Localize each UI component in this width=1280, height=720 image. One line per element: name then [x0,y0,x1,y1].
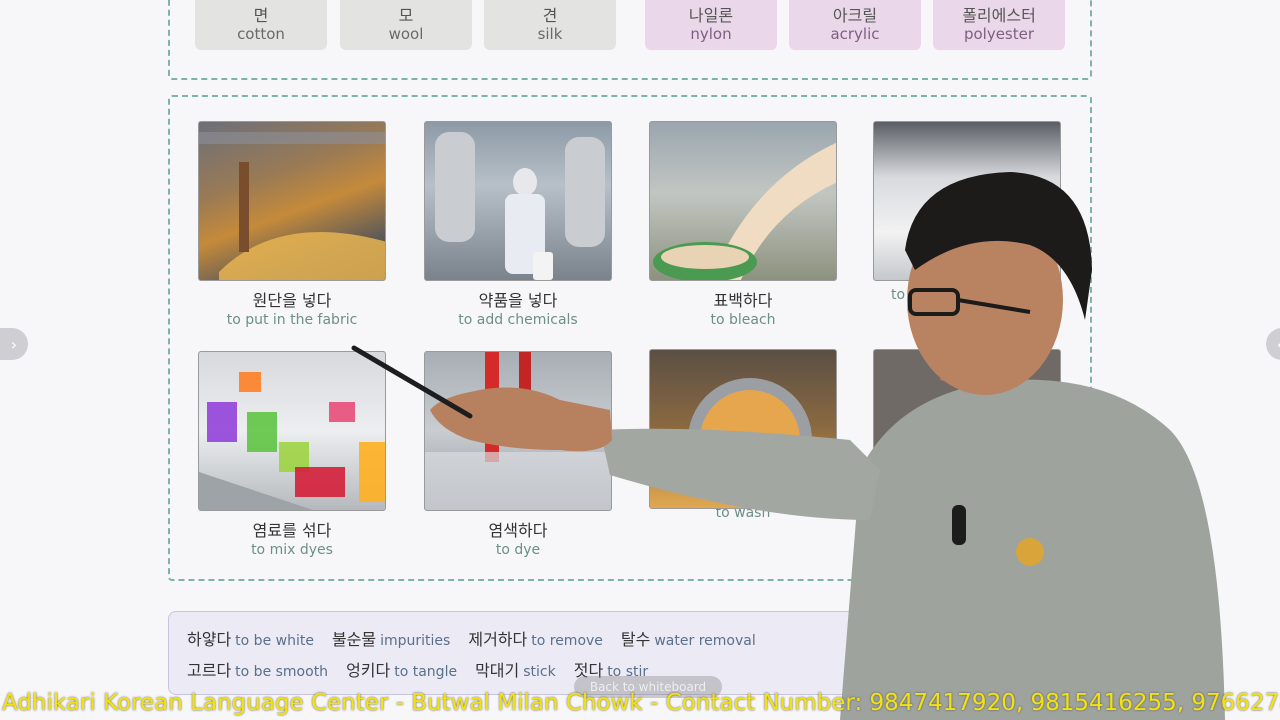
factory-photo [198,351,386,511]
vocab-item: 하얗다 to be white [187,626,314,650]
caption-ko: 원단을 넣다 [252,291,332,310]
fiber-en: silk [537,24,563,43]
vocab-en: to be white [235,633,314,649]
caption-en: to add chemicals [458,312,578,328]
process-card-dye: 염색하다 to dye [424,351,612,558]
caption-en: to bleach [710,312,776,328]
fiber-ko: 나일론 [688,6,734,26]
prev-slide-button[interactable]: › [0,328,28,360]
caption-ko: 표백하다 [713,291,773,310]
vocab-item: 제거하다 to remove [468,626,603,650]
vocabulary-bar: 하얗다 to be white 불순물 impurities 제거하다 to remo… [168,611,868,695]
fiber-en: acrylic [830,24,880,43]
caption-en: to mix dyes [251,542,333,558]
factory-photo [873,121,1061,281]
factory-photo [424,351,612,511]
factory-photo [649,121,837,281]
fiber-ko: 견 [542,6,558,26]
process-card-mix-dyes: 염료를 섞다 to mix dyes [198,351,386,558]
factory-photo [649,349,837,509]
caption-en: to [891,287,906,303]
chevron-left-icon: › [10,334,18,354]
vocab-ko: 하얗다 [187,630,232,649]
process-card-wash: to wash [649,349,837,521]
caption-en: to put in the fabric [226,312,358,328]
fiber-cotton: 면 cotton [195,0,327,50]
vocab-ko: 엉키다 [346,661,391,680]
vocab-item: 막대기 stick [475,657,556,681]
fiber-polyester: 폴리에스터 polyester [933,0,1065,50]
process-card-8 [873,349,1061,509]
vocab-en: water removal [654,633,756,649]
process-card-put-fabric: 원단을 넣다 to put in the fabric [198,121,386,328]
contact-ticker: Adhikari Korean Language Center - Butwal… [2,690,1280,716]
vocab-ko: 고르다 [187,661,232,680]
factory-photo [424,121,612,281]
vocab-item: 탈수 water removal [621,626,756,650]
caption-ko: 염색하다 [488,521,548,540]
next-slide-button[interactable]: ‹ [1266,328,1280,360]
fiber-en: nylon [690,24,732,43]
caption-en: to dye [495,542,541,558]
vocab-en: to remove [531,633,603,649]
vocab-en: to tangle [394,664,458,680]
caption-ko: 약품을 넣다 [478,291,558,310]
fiber-nylon: 나일론 nylon [645,0,777,50]
fiber-silk: 견 silk [484,0,616,50]
vocab-en: stick [523,664,556,680]
factory-photo [873,349,1061,509]
vocab-ko: 불순물 [331,630,377,649]
process-card-4: to [873,121,1061,303]
vocab-item: 고르다 to be smooth [187,657,328,681]
fiber-en: wool [388,24,424,43]
caption-ko: 염료를 섞다 [252,521,332,540]
vocab-row-1: 하얗다 to be white 불순물 impurities 제거하다 to remo… [187,626,756,650]
process-card-bleach: 표백하다 to bleach [649,121,837,328]
fiber-en: cotton [237,24,285,43]
process-card-add-chemicals: 약품을 넣다 to add chemicals [424,121,612,328]
vocab-ko: 탈수 [620,630,651,649]
fiber-ko: 폴리에스터 [962,6,1036,26]
fiber-acrylic: 아크릴 acrylic [789,0,921,50]
vocab-en: impurities [380,633,451,649]
vocab-ko: 제거하다 [468,630,528,649]
factory-photo [198,121,386,281]
fiber-en: polyester [963,24,1035,43]
fiber-ko: 모 [398,6,414,26]
fiber-ko: 아크릴 [832,6,878,26]
vocab-en: to be smooth [235,664,329,680]
fiber-wool: 모 wool [340,0,472,50]
vocab-ko: 막대기 [475,661,520,680]
fiber-ko: 면 [253,6,269,26]
vocab-item: 엉키다 to tangle [346,657,457,681]
lesson-slide: 면 cotton 모 wool 견 silk 나일론 nylon 아크릴 acr… [0,0,1280,720]
vocab-item: 불순물 impurities [332,626,450,650]
